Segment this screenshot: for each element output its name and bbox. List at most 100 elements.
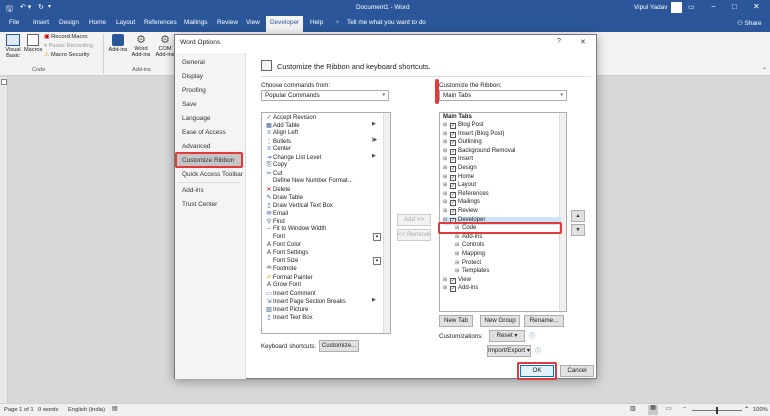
list-item[interactable]: ⋮Bullets bbox=[265, 138, 291, 146]
expand-icon[interactable]: ⊞ bbox=[443, 182, 449, 188]
tree-item[interactable]: ⊞ ✓ Background Removal bbox=[443, 148, 515, 156]
list-item[interactable]: ▯ Draw Vertical Text Box bbox=[265, 202, 333, 210]
nav-item-advanced[interactable]: Advanced bbox=[182, 143, 210, 150]
list-item[interactable]: ⎘ Copy bbox=[265, 162, 287, 170]
commands-list[interactable]: ✓Accept Revision ▦Add Table ≡ Align Left … bbox=[261, 112, 391, 334]
close-window-icon[interactable]: ✕ bbox=[753, 2, 760, 11]
tab-developer[interactable]: Developer bbox=[266, 16, 304, 32]
zoom-level[interactable]: 100% bbox=[753, 407, 768, 413]
expand-icon[interactable]: ⊞ bbox=[443, 191, 449, 197]
addins-button[interactable]: Add-ins bbox=[108, 34, 128, 53]
nav-item-ease-of-access[interactable]: Ease of Access bbox=[182, 129, 226, 136]
checkbox[interactable]: ✓ bbox=[450, 209, 456, 215]
checkbox[interactable]: ✓ bbox=[450, 286, 456, 293]
tree-item[interactable]: ⊞ Controls bbox=[455, 242, 484, 250]
customize-shortcuts-button[interactable]: Customize... bbox=[319, 340, 359, 352]
reset-button[interactable]: Reset ▾ bbox=[489, 330, 525, 342]
checkbox[interactable]: ✓ bbox=[450, 174, 456, 181]
list-item[interactable]: ✉Email bbox=[265, 210, 288, 218]
ribbon-display-icon[interactable]: ▭ bbox=[688, 3, 695, 11]
tab-design[interactable]: Design bbox=[59, 19, 79, 26]
list-item[interactable]: A Font Settings bbox=[265, 250, 308, 258]
user-name[interactable]: Vipul Yadav bbox=[634, 4, 667, 11]
checkbox[interactable]: ✓ bbox=[450, 131, 456, 138]
checkbox[interactable]: ✓ bbox=[450, 166, 456, 172]
quick-access-dropdown-icon[interactable]: ▾ bbox=[48, 3, 51, 10]
expand-icon[interactable]: ⊞ bbox=[443, 131, 449, 137]
tab-help[interactable]: Help bbox=[310, 19, 323, 26]
tab-home[interactable]: Home bbox=[89, 19, 106, 26]
nav-item-display[interactable]: Display bbox=[182, 73, 203, 80]
import-export-button[interactable]: Import/Export ▾ bbox=[487, 345, 531, 357]
list-item[interactable]: Define New Number Format... bbox=[265, 178, 353, 186]
expand-icon[interactable]: ⊞ bbox=[443, 156, 449, 162]
new-group-button[interactable]: New Group bbox=[480, 315, 520, 327]
list-item[interactable]: ᴬᵇ Footnote bbox=[265, 266, 297, 274]
list-item[interactable]: ▭Insert Comment bbox=[265, 290, 316, 298]
list-item[interactable]: ✎Draw Table bbox=[265, 194, 302, 202]
zoom-out-icon[interactable]: − bbox=[683, 405, 686, 411]
checkbox[interactable]: ✓ bbox=[450, 148, 456, 155]
share-button[interactable]: ⚇ Share bbox=[737, 19, 762, 27]
expand-icon[interactable]: ⊞ bbox=[443, 277, 449, 283]
list-item[interactable]: ▯ Insert Text Box bbox=[265, 314, 312, 322]
macro-record-icon[interactable]: ▤ bbox=[112, 406, 117, 412]
customize-ribbon-select[interactable]: Main Tabs ▾ bbox=[439, 90, 567, 101]
avatar[interactable] bbox=[671, 2, 682, 13]
checkbox[interactable]: ✓ bbox=[450, 157, 456, 164]
tree-item[interactable]: ⊞ ✓ References bbox=[443, 191, 489, 199]
nav-item-quick-access-toolbar[interactable]: Quick Access Toolbar bbox=[182, 171, 243, 178]
expand-icon[interactable]: ⊞ bbox=[443, 174, 449, 180]
tree-item[interactable]: ⊞ Add-ins bbox=[455, 234, 482, 242]
macros-button[interactable]: Macros bbox=[24, 34, 42, 64]
list-item[interactable]: ▨Insert Picture bbox=[265, 306, 308, 314]
list-item[interactable]: ⇲Insert Page Section Breaks bbox=[265, 298, 345, 306]
list-item[interactable]: ▦Add Table bbox=[265, 122, 299, 130]
nav-item-save[interactable]: Save bbox=[182, 101, 197, 108]
tree-item[interactable]: ⊞ ✓ Mailings bbox=[443, 199, 480, 207]
help-button[interactable]: ? bbox=[557, 38, 561, 45]
read-mode-icon[interactable]: ▥ bbox=[630, 406, 635, 412]
tab-selector-icon[interactable] bbox=[1, 79, 7, 85]
expand-icon[interactable]: ⊞ bbox=[455, 242, 461, 248]
list-item[interactable]: A Font Color bbox=[265, 242, 301, 250]
expand-icon[interactable]: ⊞ bbox=[443, 199, 449, 205]
nav-item-proofing[interactable]: Proofing bbox=[182, 87, 206, 94]
expand-icon[interactable]: ⊞ bbox=[455, 251, 461, 257]
move-up-button[interactable]: ▲ bbox=[571, 210, 585, 222]
nav-item-trust-center[interactable]: Trust Center bbox=[182, 201, 217, 208]
web-layout-icon[interactable]: ▭ bbox=[666, 406, 671, 412]
expand-icon[interactable]: ⊞ bbox=[443, 208, 449, 214]
list-item[interactable]: ✂Cut bbox=[265, 170, 282, 178]
ribbon-tabs-tree[interactable]: Main Tabs ⊞ ✓ Blog Post ⊞ ✓ Insert (Blog Post… bbox=[438, 112, 567, 312]
move-down-button[interactable]: ▼ bbox=[571, 224, 585, 236]
choose-commands-select[interactable]: Popular Commands ▾ bbox=[261, 90, 389, 101]
list-item[interactable]: ⚲ Find bbox=[265, 218, 285, 226]
tree-item[interactable]: ⊞ Protect bbox=[455, 260, 481, 268]
nav-item-language[interactable]: Language bbox=[182, 115, 210, 122]
add-button[interactable]: Add >> bbox=[397, 214, 431, 226]
tree-item[interactable]: ⊞ ✓ Layout bbox=[443, 182, 476, 190]
tell-me-input[interactable]: Tell me what you want to do bbox=[347, 19, 426, 26]
list-item[interactable]: A Grow Font bbox=[265, 282, 301, 290]
tree-item[interactable]: ⊞ ✓ Home bbox=[443, 174, 474, 182]
cancel-button[interactable]: Cancel bbox=[560, 365, 594, 377]
new-tab-button[interactable]: New Tab bbox=[439, 315, 473, 327]
remove-button[interactable]: << Remove bbox=[397, 229, 431, 241]
nav-item-addins[interactable]: Add-ins bbox=[182, 187, 204, 194]
list-item[interactable]: ✐Format Painter bbox=[265, 274, 312, 282]
redo-icon[interactable]: ↻ bbox=[38, 3, 44, 11]
tree-item[interactable]: ⊞ ✓ Add-ins bbox=[443, 285, 478, 293]
macro-security-button[interactable]: ⚠ Macro Security bbox=[44, 52, 90, 58]
checkbox[interactable]: ✓ bbox=[450, 191, 456, 198]
word-count[interactable]: 0 words bbox=[38, 407, 58, 413]
zoom-slider-thumb[interactable] bbox=[716, 407, 718, 414]
list-item[interactable]: ⇥Change List Level bbox=[265, 154, 321, 162]
tab-references[interactable]: References bbox=[144, 19, 177, 26]
page-count[interactable]: Page 1 of 1 bbox=[4, 407, 34, 413]
expand-icon[interactable]: ⊞ bbox=[443, 139, 449, 145]
list-item[interactable]: Font Size bbox=[265, 258, 298, 266]
print-layout-icon[interactable]: ▦ bbox=[648, 405, 658, 415]
expand-icon[interactable]: ⊞ bbox=[455, 260, 461, 266]
visual-basic-button[interactable]: Visual Basic bbox=[3, 34, 23, 64]
